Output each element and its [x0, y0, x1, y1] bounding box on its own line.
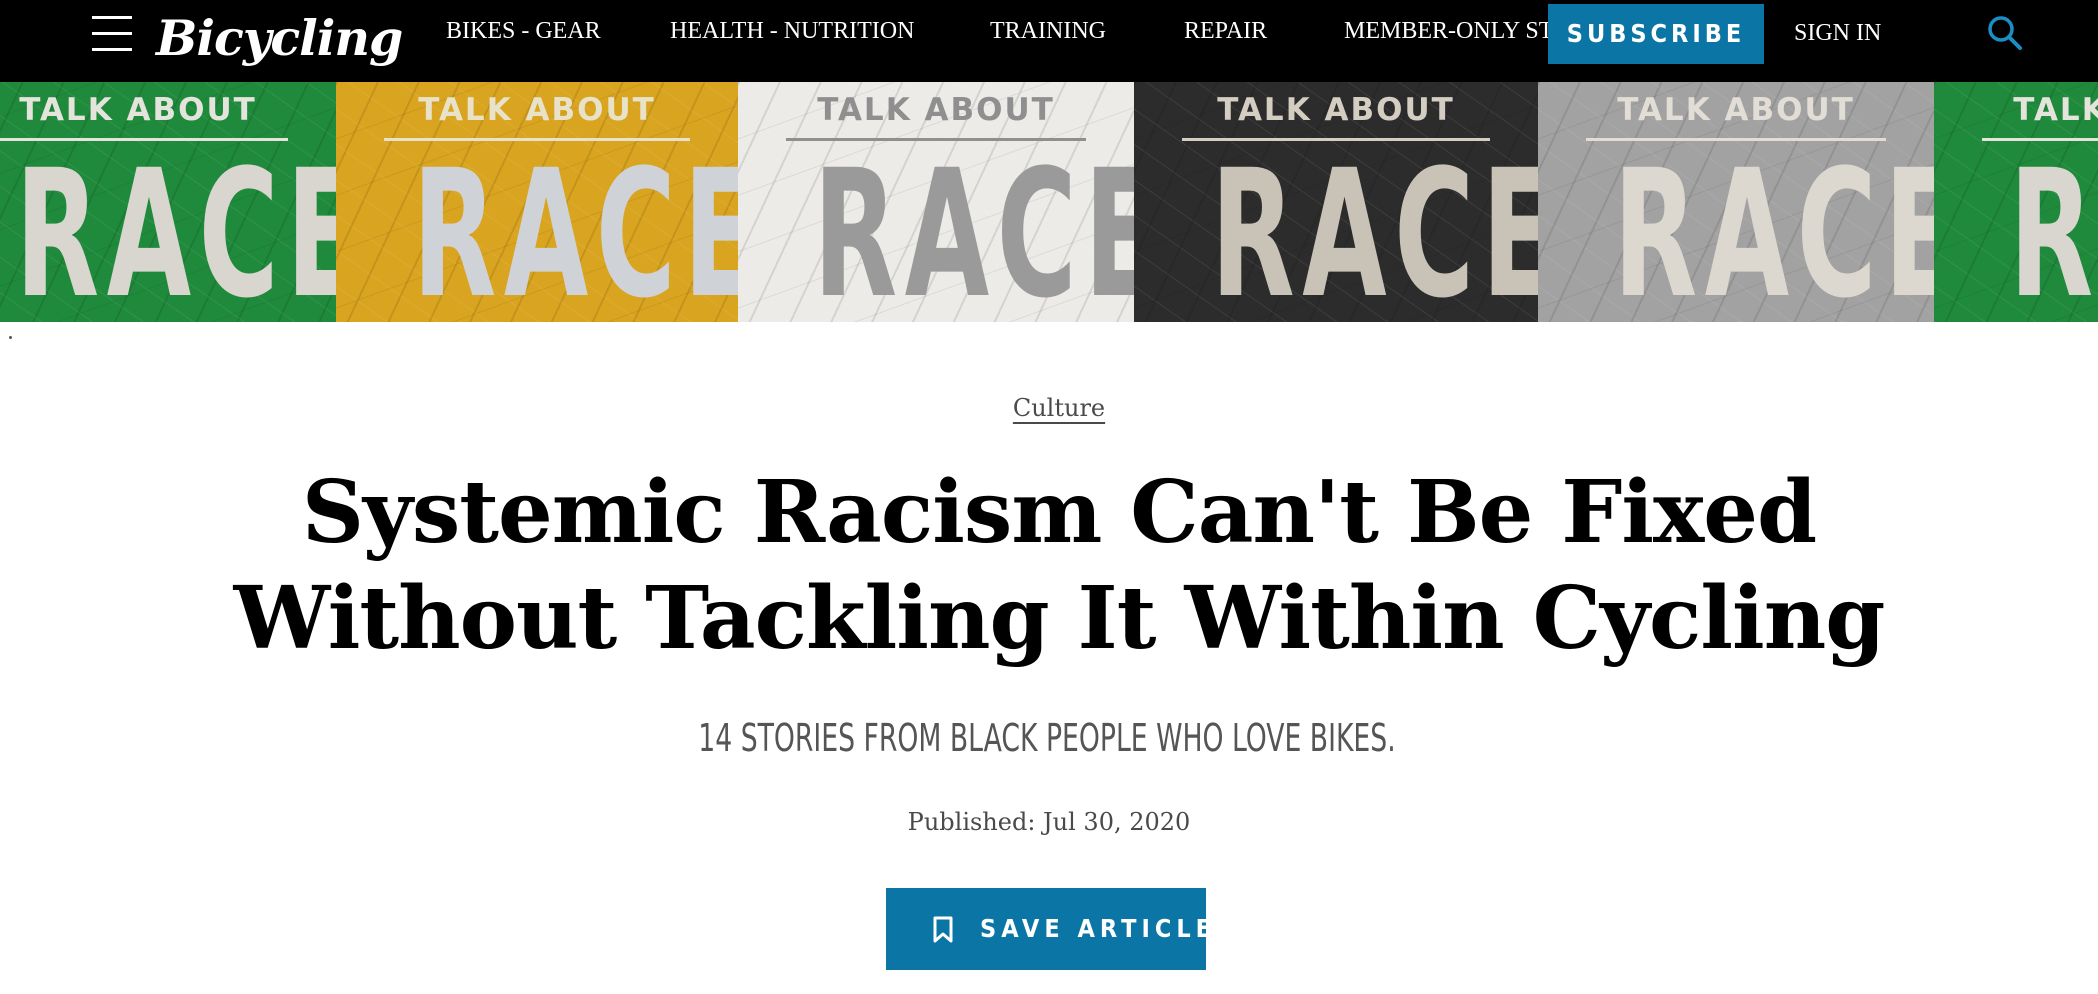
nav-item-repair[interactable]: REPAIR — [1184, 16, 1267, 46]
headline-line-1: Systemic Racism Can't Be Fixed — [301, 462, 1817, 563]
hero-tile-subtitle: TALK ABOUT — [1617, 92, 1855, 128]
nav-item-member-only-wrapper: MEMBER-ONLY STORIES — [1344, 16, 1548, 46]
hero-tile-word: RACE — [15, 132, 336, 323]
save-article-button[interactable]: SAVE ARTICLE — [886, 888, 1211, 970]
publish-date: Published: Jul 30, 2020 — [907, 808, 1191, 836]
search-icon[interactable] — [1986, 14, 2024, 52]
article-headline: Systemic Racism Can't Be Fixed Without T… — [100, 460, 2018, 672]
hero-tile-gray: TALK ABOUT RACE — [1538, 82, 1934, 322]
hero-tile-word: RACE — [2009, 132, 2098, 323]
hero-tile-word: RACE — [813, 132, 1134, 323]
hero-tile-subtitle: TALK ABOUT — [19, 92, 257, 128]
hero-tile-subtitle: TALK ABOUT — [2013, 92, 2098, 128]
hero-tile-subtitle: TALK ABOUT — [817, 92, 1055, 128]
nav-item-bikes-gear[interactable]: BIKES - GEAR — [446, 16, 601, 46]
category-label: Culture — [0, 394, 2098, 422]
hero-tile-green-2: TALK ABOUT RACE — [1934, 82, 2098, 322]
bookmark-icon — [933, 916, 953, 943]
hero-tile-word: RACE — [412, 132, 738, 323]
hero-caption-marker — [9, 336, 12, 339]
nav-item-health-nutrition[interactable]: HEALTH - NUTRITION — [670, 16, 914, 46]
hero-tile-yellow: TALK ABOUT RACE — [336, 82, 738, 322]
hamburger-menu-icon[interactable] — [92, 16, 132, 52]
subscribe-button[interactable]: SUBSCRIBE — [1548, 4, 1764, 64]
hero-tile-green: TALK ABOUT RACE — [0, 82, 336, 322]
hero-tile-word: RACE — [1613, 132, 1934, 323]
hero-tile-subtitle: TALK ABOUT — [1217, 92, 1455, 128]
save-article-label: SAVE ARTICLE — [980, 914, 1217, 943]
nav-item-member-only-stories[interactable]: MEMBER-ONLY STORIES — [1344, 16, 1548, 46]
hero-tile-subtitle: TALK ABOUT — [418, 92, 656, 128]
hero-tile-black: TALK ABOUT RACE — [1134, 82, 1538, 322]
headline-line-2: Without Tackling It Within Cycling — [233, 568, 1886, 669]
hero-tile-word: RACE — [1210, 132, 1538, 323]
nav-item-training[interactable]: TRAINING — [990, 16, 1106, 46]
article-dek: 14 STORIES FROM BLACK PEOPLE WHO LOVE BI… — [698, 716, 1396, 760]
sign-in-link[interactable]: SIGN IN — [1794, 18, 1881, 48]
top-navigation: Bicycling BIKES - GEAR HEALTH - NUTRITIO… — [0, 0, 2098, 82]
hero-image: TALK ABOUT RACE TALK ABOUT RACE TALK ABO… — [0, 82, 2098, 322]
hero-tile-white: TALK ABOUT RACE — [738, 82, 1134, 322]
category-link[interactable]: Culture — [1013, 394, 1105, 422]
site-logo[interactable]: Bicycling — [156, 6, 403, 70]
